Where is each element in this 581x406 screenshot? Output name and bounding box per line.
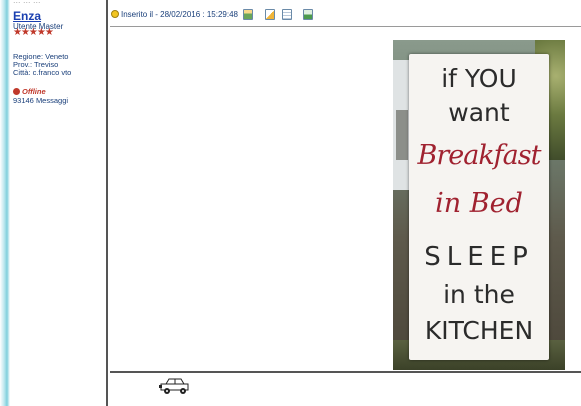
post-status-icon: [111, 10, 119, 18]
author-panel: ... ... ... Enza Utente Master ★★★★★ Reg…: [10, 0, 108, 406]
post-body: if YOU want Breakfast in Bed SLEEP in th…: [110, 27, 581, 373]
author-status: Offline: [13, 87, 46, 96]
post-header: Inserito il - 28/02/2016 : 15:29:48: [110, 0, 581, 27]
sign-line-4: in Bed: [435, 188, 523, 219]
image-house-window: [396, 110, 408, 160]
sign-line-3: Breakfast: [417, 140, 542, 171]
sign-board: if YOU want Breakfast in Bed SLEEP in th…: [409, 54, 549, 360]
rank-stars-icon: ★★★★★: [13, 27, 54, 38]
left-edge-bar: [0, 0, 10, 406]
reply-icon[interactable]: [303, 9, 313, 20]
offline-icon: [13, 88, 20, 95]
author-status-label: Offline: [22, 87, 46, 96]
quote-icon[interactable]: [282, 9, 292, 20]
sign-line-2: want: [448, 98, 510, 127]
post-signature: [110, 373, 581, 406]
previous-text-fragment: ... ... ...: [13, 0, 41, 5]
sign-line-6: in the: [443, 280, 515, 309]
author-username-link[interactable]: Enza: [13, 9, 41, 23]
sign-line-7: KITCHEN: [424, 316, 534, 345]
post-image: if YOU want Breakfast in Bed SLEEP in th…: [393, 40, 565, 370]
sign-line-5: SLEEP: [424, 242, 534, 272]
edit-icon[interactable]: [265, 9, 275, 20]
car-icon: [159, 378, 189, 394]
profile-icon[interactable]: [243, 9, 253, 20]
sign-line-1: if YOU: [441, 64, 517, 93]
author-message-count: 93146 Messaggi: [13, 96, 69, 105]
posted-date: Inserito il - 28/02/2016 : 15:29:48: [121, 10, 238, 19]
author-city: Città: c.franco vto: [13, 68, 72, 77]
